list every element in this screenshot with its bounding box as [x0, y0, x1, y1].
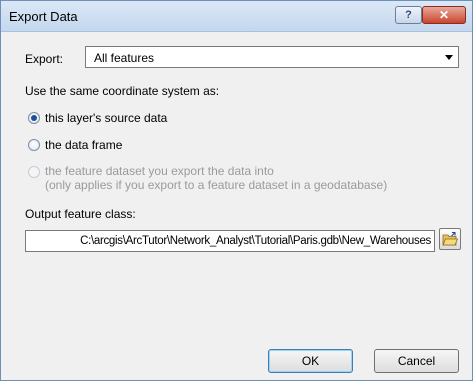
coordinate-system-label: Use the same coordinate system as:: [25, 84, 220, 98]
ok-button[interactable]: OK: [268, 349, 353, 373]
radio-data-frame[interactable]: the data frame: [28, 138, 122, 152]
radio-data-frame-label: the data frame: [45, 138, 123, 152]
cancel-button[interactable]: Cancel: [374, 349, 459, 373]
radio-feature-dataset-button: [28, 166, 40, 178]
chevron-down-icon[interactable]: [445, 55, 453, 60]
browse-button[interactable]: [439, 228, 461, 250]
radio-feature-dataset: the feature dataset you export the data …: [28, 164, 387, 192]
close-button[interactable]: ✕: [422, 6, 466, 24]
title-bar[interactable]: Export Data ? ✕: [1, 1, 472, 32]
output-path-value: C:\arcgis\ArcTutor\Network_Analyst\Tutor…: [80, 235, 431, 247]
dialog-title: Export Data: [9, 9, 78, 24]
dialog-body: Export: All features Use the same coordi…: [1, 32, 472, 380]
export-dropdown[interactable]: All features: [85, 46, 459, 68]
help-button[interactable]: ?: [395, 6, 422, 24]
radio-feature-dataset-label: the feature dataset you export the data …: [45, 164, 274, 178]
radio-source-data[interactable]: this layer's source data: [28, 111, 167, 125]
export-data-dialog: Export Data ? ✕ Export: All features Use…: [0, 0, 473, 381]
folder-open-icon: [442, 231, 458, 246]
export-label: Export:: [25, 52, 64, 66]
radio-data-frame-button[interactable]: [28, 139, 40, 151]
radio-feature-dataset-note: (only applies if you export to a feature…: [45, 178, 388, 192]
export-selected-value: All features: [94, 51, 155, 65]
radio-source-data-label: this layer's source data: [45, 111, 168, 125]
radio-source-data-button[interactable]: [28, 112, 40, 124]
output-path-input[interactable]: C:\arcgis\ArcTutor\Network_Analyst\Tutor…: [25, 230, 435, 252]
output-feature-class-label: Output feature class:: [25, 207, 136, 221]
